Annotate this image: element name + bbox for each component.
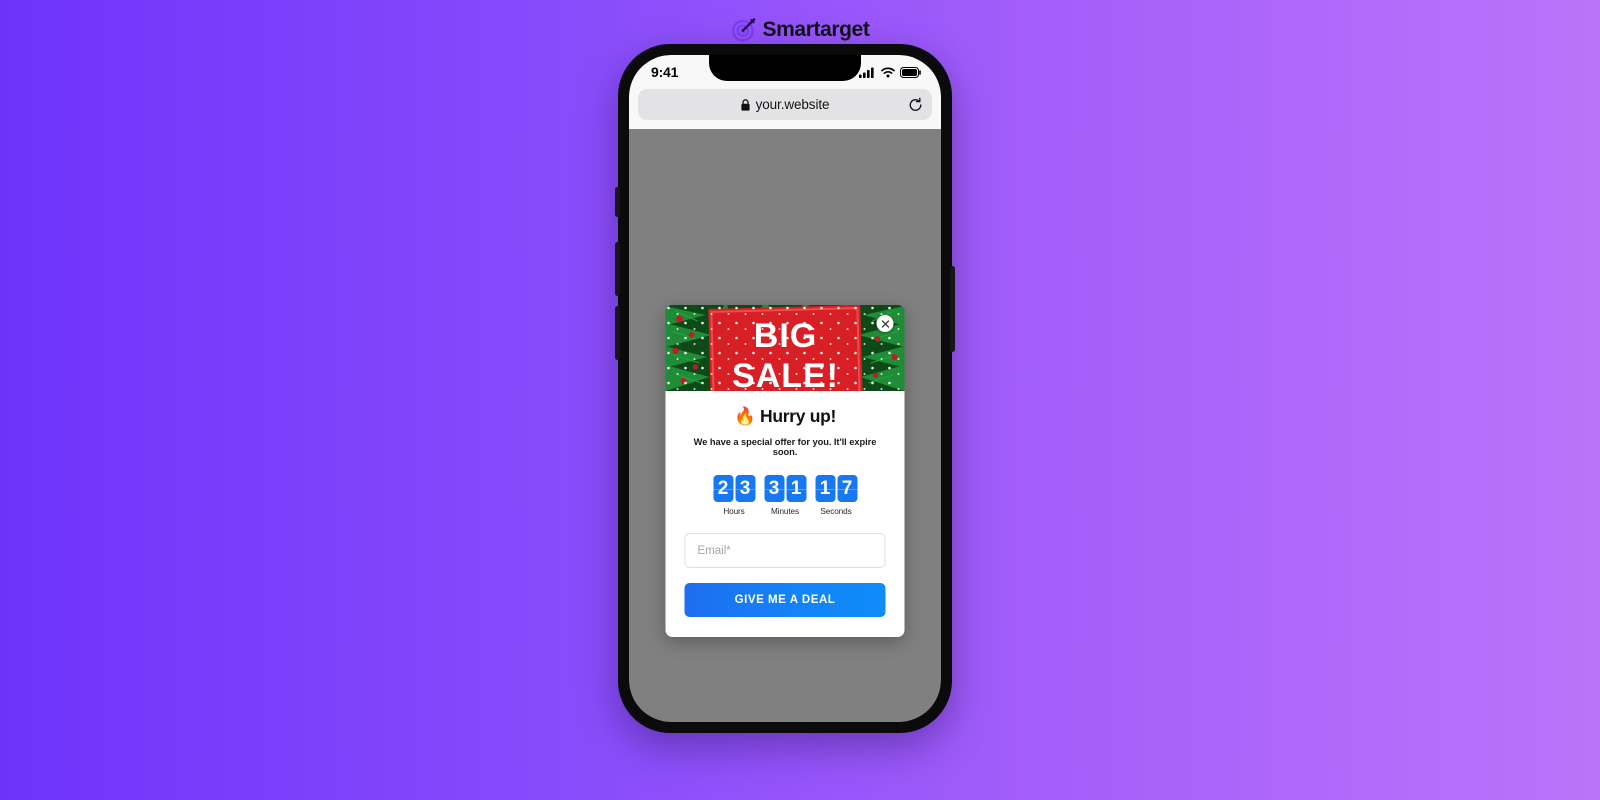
give-me-a-deal-button[interactable]: GIVE ME A DEAL [684,583,886,618]
email-input[interactable] [684,533,886,569]
big-sale-banner-graphic: BIG SALE! [665,305,905,391]
volume-up-button[interactable] [615,242,620,296]
cellular-signal-icon [859,67,874,78]
lock-icon [740,98,750,111]
address-bar[interactable]: your.website [638,89,932,120]
wifi-icon [881,66,895,77]
countdown-digit: 2 [713,475,733,503]
countdown-unit-seconds: 1 7 Seconds [815,475,857,516]
power-button[interactable] [950,266,955,352]
brand-name: Smartarget [762,17,870,41]
target-arrow-icon: S [731,17,756,42]
hero-headline-line1: BIG [754,317,817,355]
phone-screen-frame: 9:41 your.website BIG SALE! 🔥 Hurry up! … [629,55,941,722]
battery-icon [900,66,921,78]
status-icons [859,66,921,78]
countdown-label: Hours [723,507,745,517]
browser-toolbar: your.website [629,89,941,129]
promo-popup: BIG SALE! 🔥 Hurry up! We have a special … [665,305,905,638]
brand-logo: S Smartarget [731,14,870,44]
countdown-digit: 7 [837,475,857,503]
countdown-digit: 3 [764,475,784,503]
phone-notch [709,55,861,81]
countdown-digits: 3 1 [764,475,806,503]
popup-subtitle: We have a special offer for you. It'll e… [693,437,877,458]
countdown-label: Seconds [820,507,852,517]
close-icon [881,319,889,328]
countdown-digit: 1 [786,475,806,503]
countdown-digits: 1 7 [815,475,857,503]
url-text: your.website [755,97,830,112]
reload-icon [909,97,922,111]
reload-button[interactable] [908,97,923,112]
countdown-timer: 2 3 Hours 3 1 Minutes 1 7 Seconds [685,475,886,516]
countdown-unit-minutes: 3 1 Minutes [764,475,806,516]
countdown-label: Minutes [771,507,799,517]
status-time: 9:41 [651,64,679,80]
countdown-digits: 2 3 [713,475,755,503]
volume-down-button[interactable] [615,306,620,360]
phone-mockup: 9:41 your.website BIG SALE! 🔥 Hurry up! … [615,44,955,733]
countdown-digit: 1 [815,475,835,503]
countdown-unit-hours: 2 3 Hours [713,475,755,516]
popup-hero-image: BIG SALE! [665,305,905,391]
silent-switch[interactable] [615,187,620,217]
popup-content: 🔥 Hurry up! We have a special offer for … [666,391,905,637]
popup-title: 🔥 Hurry up! [733,406,837,426]
countdown-digit: 3 [735,475,755,503]
hero-headline-line2: SALE! [732,357,839,391]
phone-screen: 9:41 your.website BIG SALE! 🔥 Hurry up! … [629,55,941,722]
popup-close-button[interactable] [876,315,894,332]
